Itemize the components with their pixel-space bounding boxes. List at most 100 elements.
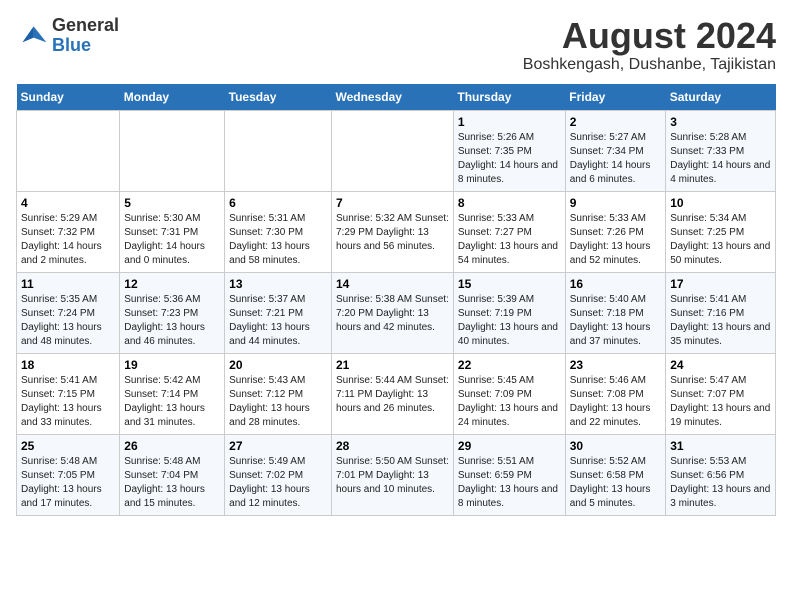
day-info: Sunrise: 5:45 AM Sunset: 7:09 PM Dayligh…	[458, 374, 561, 430]
logo-text: General Blue	[52, 16, 119, 56]
day-info: Sunrise: 5:51 AM Sunset: 6:59 PM Dayligh…	[458, 455, 561, 511]
calendar-week-2: 4 Sunrise: 5:29 AM Sunset: 7:32 PM Daylig…	[17, 191, 776, 272]
calendar-subtitle: Boshkengash, Dushanbe, Tajikistan	[523, 56, 776, 74]
weekday-header-thursday: Thursday	[453, 84, 565, 111]
calendar-cell	[120, 110, 225, 191]
day-info: Sunrise: 5:41 AM Sunset: 7:16 PM Dayligh…	[670, 293, 771, 349]
day-info: Sunrise: 5:48 AM Sunset: 7:05 PM Dayligh…	[21, 455, 115, 511]
calendar-cell: 19 Sunrise: 5:42 AM Sunset: 7:14 PM Dayli…	[120, 353, 225, 434]
calendar-cell: 9 Sunrise: 5:33 AM Sunset: 7:26 PM Daylig…	[565, 191, 665, 272]
calendar-cell: 10Sunrise: 5:34 AM Sunset: 7:25 PM Dayli…	[666, 191, 776, 272]
day-info: Sunrise: 5:46 AM Sunset: 7:08 PM Dayligh…	[570, 374, 661, 430]
day-number: 13	[229, 277, 327, 291]
calendar-cell: 5 Sunrise: 5:30 AM Sunset: 7:31 PM Daylig…	[120, 191, 225, 272]
calendar-cell	[225, 110, 332, 191]
day-info: Sunrise: 5:37 AM Sunset: 7:21 PM Dayligh…	[229, 293, 327, 349]
calendar-body: 1 Sunrise: 5:26 AM Sunset: 7:35 PM Daylig…	[17, 110, 776, 515]
calendar-header: SundayMondayTuesdayWednesdayThursdayFrid…	[17, 84, 776, 111]
calendar-cell: 13 Sunrise: 5:37 AM Sunset: 7:21 PM Dayli…	[225, 272, 332, 353]
day-info: Sunrise: 5:44 AM Sunset: 7:11 PM Dayligh…	[336, 374, 449, 416]
day-info: Sunrise: 5:38 AM Sunset: 7:20 PM Dayligh…	[336, 293, 449, 335]
weekday-header-row: SundayMondayTuesdayWednesdayThursdayFrid…	[17, 84, 776, 111]
day-number: 31	[670, 439, 771, 453]
weekday-header-tuesday: Tuesday	[225, 84, 332, 111]
day-number: 21	[336, 358, 449, 372]
day-number: 5	[124, 196, 220, 210]
calendar-cell: 7Sunrise: 5:32 AM Sunset: 7:29 PM Daylig…	[331, 191, 453, 272]
day-number: 22	[458, 358, 561, 372]
day-number: 18	[21, 358, 115, 372]
day-number: 17	[670, 277, 771, 291]
calendar-cell: 26Sunrise: 5:48 AM Sunset: 7:04 PM Dayli…	[120, 434, 225, 515]
day-info: Sunrise: 5:33 AM Sunset: 7:26 PM Dayligh…	[570, 212, 661, 268]
calendar-cell: 21 Sunrise: 5:44 AM Sunset: 7:11 PM Dayli…	[331, 353, 453, 434]
day-info: Sunrise: 5:50 AM Sunset: 7:01 PM Dayligh…	[336, 455, 449, 497]
day-number: 9	[570, 196, 661, 210]
calendar-title: August 2024	[523, 16, 776, 56]
day-info: Sunrise: 5:29 AM Sunset: 7:32 PM Dayligh…	[21, 212, 115, 268]
day-number: 1	[458, 115, 561, 129]
weekday-header-sunday: Sunday	[17, 84, 120, 111]
day-info: Sunrise: 5:47 AM Sunset: 7:07 PM Dayligh…	[670, 374, 771, 430]
page-header: General Blue August 2024 Boshkengash, Du…	[16, 16, 776, 74]
day-info: Sunrise: 5:26 AM Sunset: 7:35 PM Dayligh…	[458, 131, 561, 187]
weekday-header-saturday: Saturday	[666, 84, 776, 111]
calendar-cell: 1 Sunrise: 5:26 AM Sunset: 7:35 PM Daylig…	[453, 110, 565, 191]
day-number: 12	[124, 277, 220, 291]
calendar-cell: 15 Sunrise: 5:39 AM Sunset: 7:19 PM Dayli…	[453, 272, 565, 353]
day-info: Sunrise: 5:34 AM Sunset: 7:25 PM Dayligh…	[670, 212, 771, 268]
day-number: 25	[21, 439, 115, 453]
day-info: Sunrise: 5:48 AM Sunset: 7:04 PM Dayligh…	[124, 455, 220, 511]
day-info: Sunrise: 5:40 AM Sunset: 7:18 PM Dayligh…	[570, 293, 661, 349]
day-number: 30	[570, 439, 661, 453]
logo: General Blue	[16, 16, 119, 56]
calendar-cell: 14 Sunrise: 5:38 AM Sunset: 7:20 PM Dayli…	[331, 272, 453, 353]
day-number: 6	[229, 196, 327, 210]
day-number: 8	[458, 196, 561, 210]
calendar-cell: 30 Sunrise: 5:52 AM Sunset: 6:58 PM Dayli…	[565, 434, 665, 515]
day-number: 28	[336, 439, 449, 453]
calendar-cell: 28 Sunrise: 5:50 AM Sunset: 7:01 PM Dayli…	[331, 434, 453, 515]
calendar-cell: 4 Sunrise: 5:29 AM Sunset: 7:32 PM Daylig…	[17, 191, 120, 272]
day-number: 15	[458, 277, 561, 291]
day-number: 29	[458, 439, 561, 453]
day-number: 4	[21, 196, 115, 210]
calendar-cell: 3Sunrise: 5:28 AM Sunset: 7:33 PM Daylig…	[666, 110, 776, 191]
day-number: 7	[336, 196, 449, 210]
calendar-cell: 11Sunrise: 5:35 AM Sunset: 7:24 PM Dayli…	[17, 272, 120, 353]
day-info: Sunrise: 5:52 AM Sunset: 6:58 PM Dayligh…	[570, 455, 661, 511]
day-info: Sunrise: 5:33 AM Sunset: 7:27 PM Dayligh…	[458, 212, 561, 268]
day-number: 14	[336, 277, 449, 291]
calendar-cell	[17, 110, 120, 191]
calendar-week-5: 25 Sunrise: 5:48 AM Sunset: 7:05 PM Dayli…	[17, 434, 776, 515]
calendar-cell: 22 Sunrise: 5:45 AM Sunset: 7:09 PM Dayli…	[453, 353, 565, 434]
day-info: Sunrise: 5:42 AM Sunset: 7:14 PM Dayligh…	[124, 374, 220, 430]
day-number: 19	[124, 358, 220, 372]
calendar-cell: 20Sunrise: 5:43 AM Sunset: 7:12 PM Dayli…	[225, 353, 332, 434]
day-info: Sunrise: 5:31 AM Sunset: 7:30 PM Dayligh…	[229, 212, 327, 268]
calendar-cell: 18Sunrise: 5:41 AM Sunset: 7:15 PM Dayli…	[17, 353, 120, 434]
weekday-header-wednesday: Wednesday	[331, 84, 453, 111]
calendar-cell: 23 Sunrise: 5:46 AM Sunset: 7:08 PM Dayli…	[565, 353, 665, 434]
day-number: 23	[570, 358, 661, 372]
day-info: Sunrise: 5:43 AM Sunset: 7:12 PM Dayligh…	[229, 374, 327, 430]
calendar-cell: 31 Sunrise: 5:53 AM Sunset: 6:56 PM Dayli…	[666, 434, 776, 515]
day-info: Sunrise: 5:35 AM Sunset: 7:24 PM Dayligh…	[21, 293, 115, 349]
day-number: 16	[570, 277, 661, 291]
day-info: Sunrise: 5:39 AM Sunset: 7:19 PM Dayligh…	[458, 293, 561, 349]
day-number: 24	[670, 358, 771, 372]
calendar-cell: 27Sunrise: 5:49 AM Sunset: 7:02 PM Dayli…	[225, 434, 332, 515]
day-info: Sunrise: 5:27 AM Sunset: 7:34 PM Dayligh…	[570, 131, 661, 187]
day-info: Sunrise: 5:30 AM Sunset: 7:31 PM Dayligh…	[124, 212, 220, 268]
day-info: Sunrise: 5:53 AM Sunset: 6:56 PM Dayligh…	[670, 455, 771, 511]
calendar-cell: 25 Sunrise: 5:48 AM Sunset: 7:05 PM Dayli…	[17, 434, 120, 515]
day-info: Sunrise: 5:36 AM Sunset: 7:23 PM Dayligh…	[124, 293, 220, 349]
day-info: Sunrise: 5:49 AM Sunset: 7:02 PM Dayligh…	[229, 455, 327, 511]
calendar-table: SundayMondayTuesdayWednesdayThursdayFrid…	[16, 84, 776, 516]
day-number: 2	[570, 115, 661, 129]
calendar-week-4: 18Sunrise: 5:41 AM Sunset: 7:15 PM Dayli…	[17, 353, 776, 434]
calendar-cell: 2 Sunrise: 5:27 AM Sunset: 7:34 PM Daylig…	[565, 110, 665, 191]
logo-icon	[16, 20, 48, 52]
logo-line1: General	[52, 16, 119, 36]
day-number: 3	[670, 115, 771, 129]
